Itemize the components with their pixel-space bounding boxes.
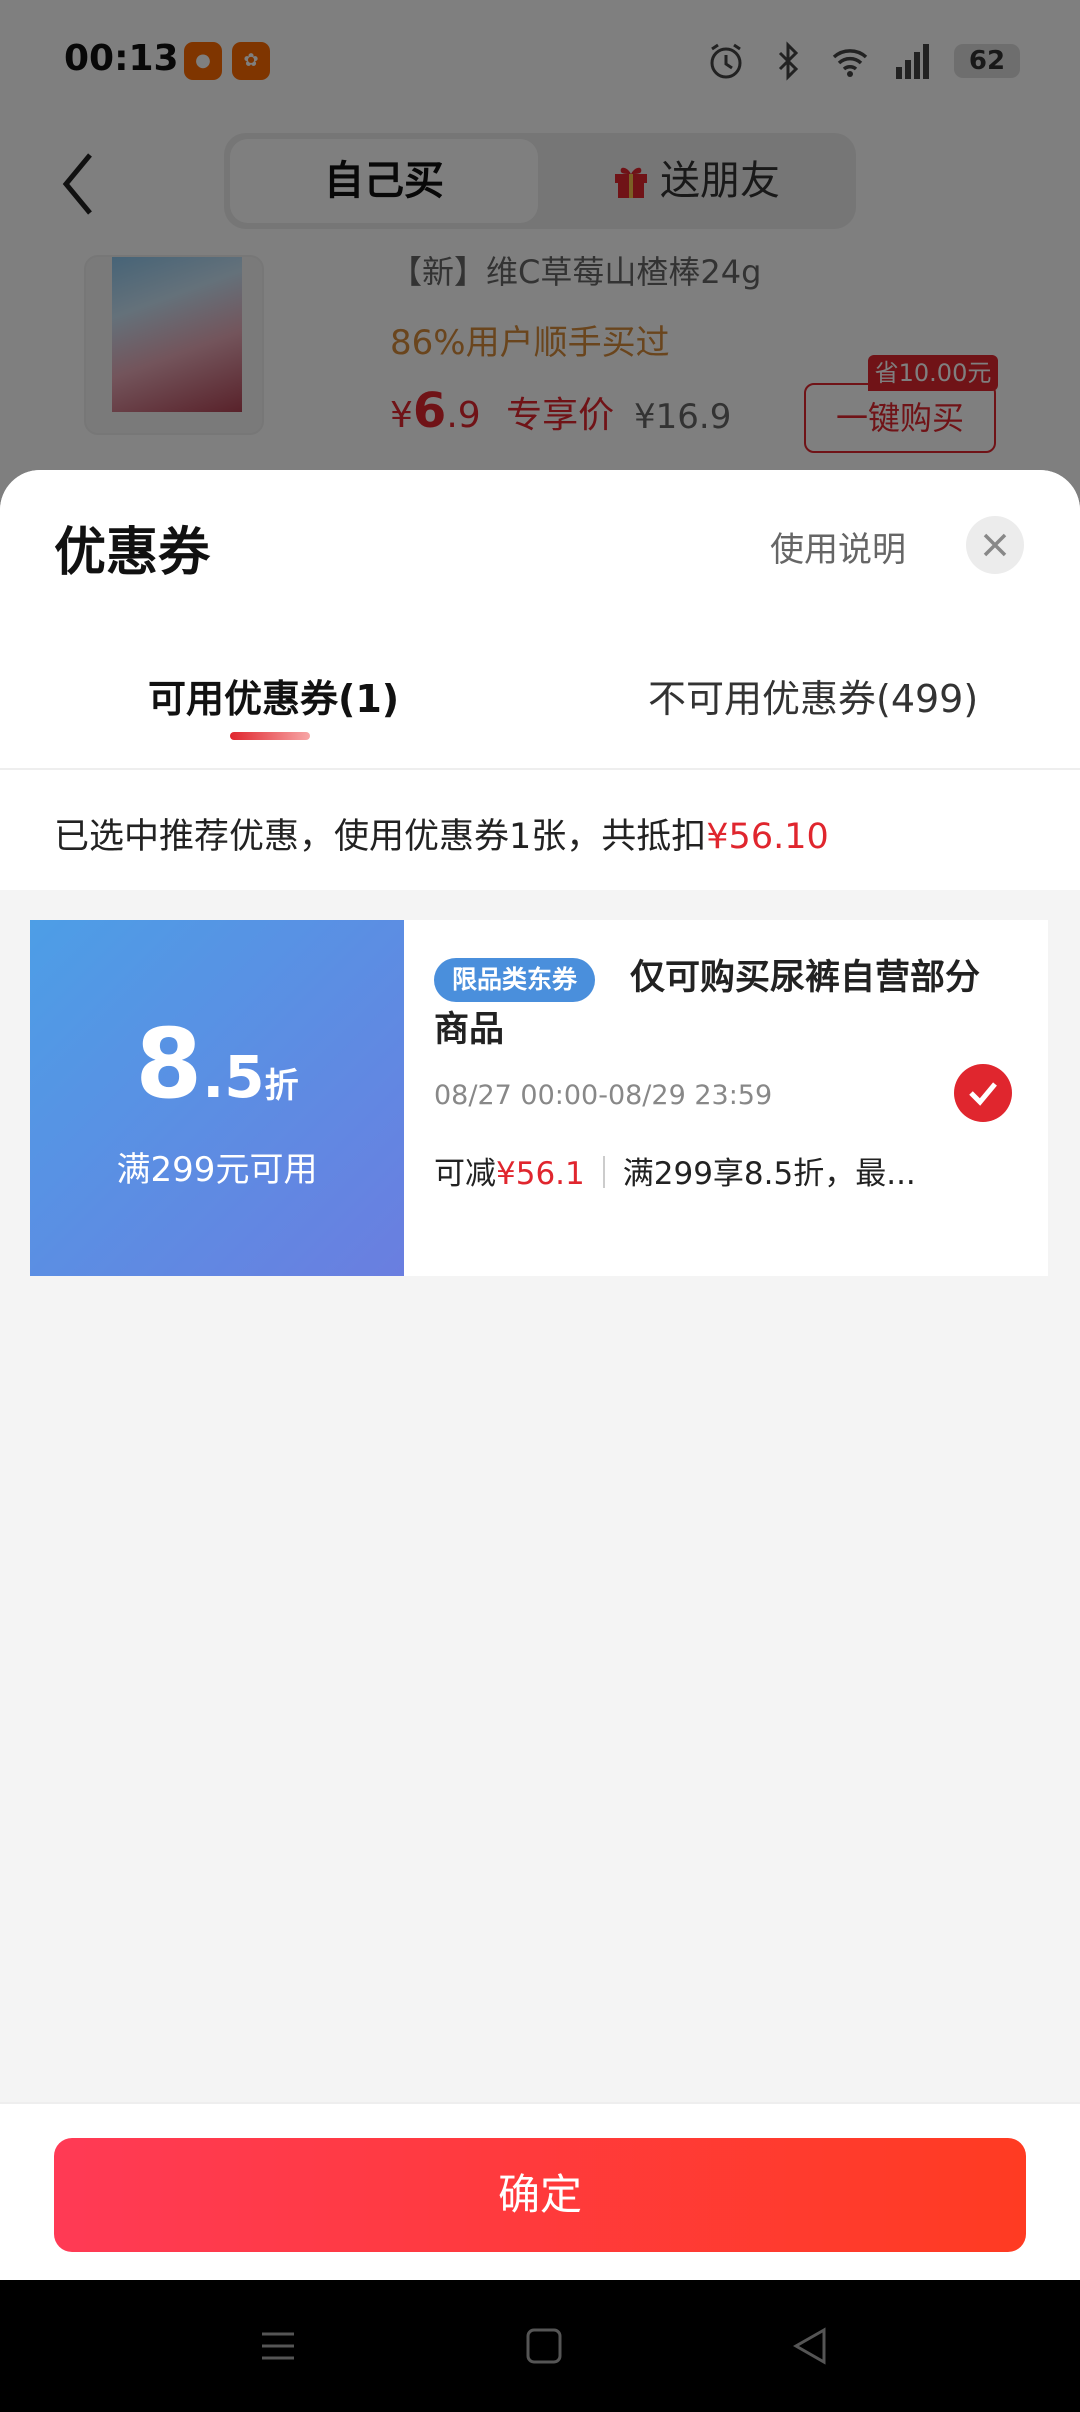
coupon-reduce-label: 可减 — [434, 1156, 496, 1192]
summary-amount: ¥56.10 — [706, 817, 829, 857]
coupon-sheet: 优惠券 使用说明 可用优惠券(1) 不可用优惠券(499) 已选中推荐优惠，使用… — [0, 470, 1080, 2280]
menu-nav-icon[interactable] — [256, 2324, 300, 2368]
checkmark-icon — [969, 1082, 997, 1106]
discount-summary: 已选中推荐优惠，使用优惠券1张，共抵扣¥56.10 — [0, 770, 1080, 890]
coupon-validity: 08/27 00:00-08/29 23:59 — [434, 1080, 773, 1111]
coupon-discount-value: 8.5折 — [135, 1008, 299, 1120]
home-nav-icon[interactable] — [522, 2324, 566, 2368]
background-page: 00:13 ● ✿ 62 自己买 送朋友 【新】维C草莓山楂棒24g 86%用户… — [0, 0, 1080, 500]
coupon-card[interactable]: 8.5折 满299元可用 限品类东券 仅可购买尿裤自营部分商品 08/27 00… — [18, 920, 1048, 1276]
confirm-button[interactable]: 确定 — [54, 2138, 1026, 2252]
tab-unavailable-coupons[interactable]: 不可用优惠券(499) — [648, 668, 978, 723]
tab-available-coupons[interactable]: 可用优惠券(1) — [148, 668, 399, 723]
coupon-selected-checkbox[interactable] — [954, 1064, 1012, 1122]
modal-overlay[interactable] — [0, 0, 1080, 500]
sheet-title: 优惠券 — [54, 523, 211, 583]
coupon-rule: 满299享8.5折，最... — [622, 1156, 916, 1192]
usage-instructions-link[interactable]: 使用说明 — [770, 522, 906, 571]
coupon-title: 仅可购买尿裤自营部分商品 — [434, 958, 981, 1050]
coupon-condition: 满299元可用 — [116, 1150, 318, 1190]
sheet-header: 优惠券 使用说明 可用优惠券(1) 不可用优惠券(499) — [0, 470, 1080, 770]
coupon-discount-panel: 8.5折 满299元可用 — [18, 920, 404, 1276]
close-icon — [983, 533, 1007, 557]
coupon-detail: 可减¥56.1 满299享8.5折，最... — [434, 1148, 916, 1193]
summary-text: 已选中推荐优惠，使用优惠券1张，共抵扣 — [54, 817, 707, 857]
sheet-footer: 确定 — [0, 2102, 1080, 2280]
coupon-reduce-amount: ¥56.1 — [496, 1156, 585, 1192]
active-tab-indicator — [230, 732, 310, 740]
back-nav-icon[interactable] — [788, 2324, 832, 2368]
close-button[interactable] — [966, 516, 1024, 574]
system-nav-bar — [0, 2280, 1080, 2412]
